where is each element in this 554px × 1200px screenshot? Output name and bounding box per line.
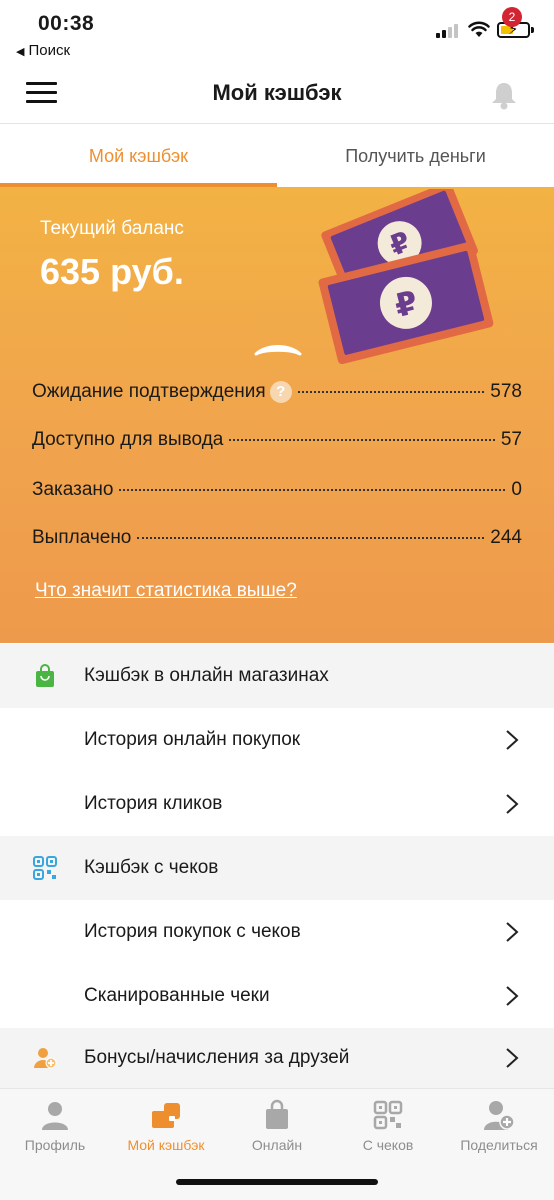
add-user-icon [34,1048,57,1069]
wallet-icon [152,1103,180,1128]
chevron-right-icon [506,794,519,814]
balance-label: Текущий баланс [40,218,184,239]
stat-label: Заказано [32,479,114,500]
list-item-receipt-purchases[interactable]: История покупок с чеков [0,900,554,964]
stat-label: Выплачено [32,527,132,548]
chevron-right-icon [506,730,519,750]
list-item-online-purchases[interactable]: История онлайн покупок [0,708,554,772]
stat-row-pending: Ожидание подтверждения? 578 [32,381,522,411]
stat-row-available: Доступно для вывода 57 [32,429,522,459]
collapse-chevron-icon[interactable] [254,340,302,360]
stat-label: Доступно для вывода [32,429,224,450]
help-icon[interactable]: ? [269,381,292,403]
list-item-clicks-history[interactable]: История кликов [0,772,554,836]
tab-my-cashback[interactable]: Мой кэшбэк [0,125,277,187]
segmented-tabs: Мой кэшбэк Получить деньги [0,125,554,187]
qr-code-icon [33,856,57,880]
stat-value: 578 [490,381,522,402]
status-bar: 00:38 ◀ Поиск ⚡ [0,0,554,66]
stat-row-paid: Выплачено 244 [32,527,522,557]
tabbar-label: Онлайн [251,1137,303,1153]
tabbar-label: Мой кэшбэк [127,1137,205,1153]
page-title: Мой кэшбэк [212,80,342,105]
stat-value: 0 [511,479,522,500]
banknotes-illustration: ₽ ₽ [318,189,494,364]
tabbar-online[interactable]: Онлайн [222,1089,332,1164]
tabbar-label: Поделиться [460,1137,538,1153]
back-to-app-link[interactable]: ◀ Поиск [16,42,70,59]
notification-badge: 2 [502,7,522,27]
dotted-leader [229,439,495,441]
balance-panel: Текущий баланс 635 руб. ₽ ₽ Ожидание под… [0,187,554,643]
stats-explanation-link[interactable]: Что значит статистика выше? [35,580,297,602]
section-title: Кэшбэк с чеков [84,857,219,878]
tabbar-profile[interactable]: Профиль [0,1089,110,1164]
section-header-online: Кэшбэк в онлайн магазинах [0,644,554,708]
nav-bar: Мой кэшбэк [0,66,554,124]
tab-get-money[interactable]: Получить деньги [277,125,554,187]
list-item-label: История онлайн покупок [84,729,301,750]
shopping-bag-icon [36,664,54,687]
dotted-leader [119,489,506,491]
tabbar-my-cashback[interactable]: Мой кэшбэк [111,1089,221,1164]
add-person-icon [484,1101,515,1130]
tabbar-label: С чеков [362,1137,414,1153]
stat-row-ordered: Заказано 0 [32,479,522,509]
balance-value: 635 руб. [40,251,184,292]
back-app-label: Поиск [28,42,71,59]
tabbar-share[interactable]: Поделиться [444,1089,554,1164]
person-icon [42,1102,68,1130]
bag-icon [266,1099,288,1129]
tabbar-receipts[interactable]: С чеков [333,1089,443,1164]
status-time: 00:38 [38,12,95,35]
list-item-label: История покупок с чеков [84,921,301,942]
signal-icon [436,24,462,38]
dotted-leader [297,391,485,393]
list-item-label: Сканированные чеки [84,985,270,1006]
qr-icon [373,1100,403,1130]
list-item-friends-bonuses[interactable]: Бонусы/начисления за друзей [0,1028,554,1088]
bell-icon[interactable] [486,76,522,112]
section-title: Бонусы/начисления за друзей [84,1047,350,1068]
stat-value: 57 [500,429,522,450]
back-triangle-icon: ◀ [16,46,25,58]
section-title: Кэшбэк в онлайн магазинах [84,665,329,686]
chevron-right-icon [506,986,519,1006]
section-header-receipts: Кэшбэк с чеков [0,836,554,900]
list-item-scanned-receipts[interactable]: Сканированные чеки [0,964,554,1028]
stat-value: 244 [490,527,522,548]
list-item-label: История кликов [84,793,223,814]
chevron-right-icon [506,1048,519,1068]
stat-label: Ожидание подтверждения? [32,381,292,403]
chevron-right-icon [506,922,519,942]
dotted-leader [137,537,485,539]
wifi-icon [468,21,490,37]
tabbar-label: Профиль [24,1137,86,1153]
home-indicator [176,1179,378,1185]
battery-nub [531,27,534,33]
